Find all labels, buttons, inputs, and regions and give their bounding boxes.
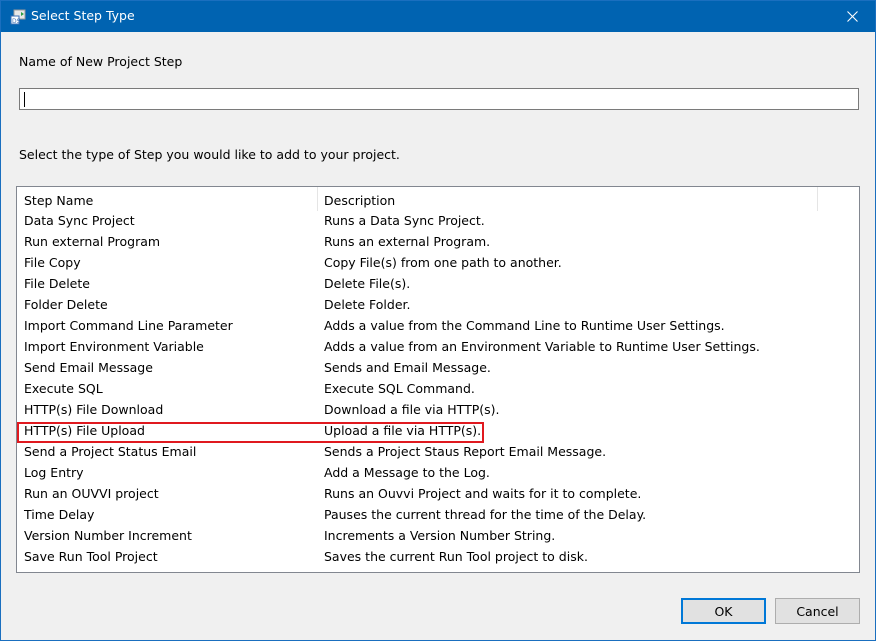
list-item[interactable]: Send Email Message Sends and Email Messag… bbox=[17, 357, 859, 378]
list-item[interactable]: Save Run Tool Project Saves the current R… bbox=[17, 546, 859, 567]
column-header-description[interactable]: Description bbox=[324, 193, 395, 208]
close-button[interactable] bbox=[829, 1, 875, 32]
list-item[interactable]: HTTP(s) File Download Download a file via… bbox=[17, 399, 859, 420]
step-name-cell: Log Entry bbox=[24, 465, 84, 480]
step-name-cell: Import Command Line Parameter bbox=[24, 318, 233, 333]
app-icon: DS bbox=[10, 9, 26, 25]
list-header: Step Name Description bbox=[17, 187, 859, 211]
list-item[interactable]: Import Command Line Parameter Adds a valu… bbox=[17, 315, 859, 336]
step-name-cell: Run external Program bbox=[24, 234, 161, 249]
description-cell: Upload a file via HTTP(s). bbox=[324, 423, 482, 438]
description-cell: Sends a Project Staus Report Email Messa… bbox=[324, 444, 607, 459]
step-name-cell: Folder Delete bbox=[24, 297, 108, 312]
description-cell: Increments a Version Number String. bbox=[324, 528, 556, 543]
step-name-cell: Run an OUVVI project bbox=[24, 486, 159, 501]
step-name-cell: Save Run Tool Project bbox=[24, 549, 158, 564]
step-type-list[interactable]: Step Name Description Data Sync Project R… bbox=[16, 186, 860, 573]
description-cell: Pauses the current thread for the time o… bbox=[324, 507, 647, 522]
step-name-cell: Time Delay bbox=[24, 507, 95, 522]
step-name-cell: Send Email Message bbox=[24, 360, 153, 375]
column-separator[interactable] bbox=[817, 187, 818, 211]
title-bar: DS Select Step Type bbox=[1, 1, 875, 32]
list-item[interactable]: File Copy Copy File(s) from one path to a… bbox=[17, 252, 859, 273]
list-item[interactable]: Data Sync Project Runs a Data Sync Projec… bbox=[17, 210, 859, 231]
dialog-window: DS Select Step Type Name of New Project … bbox=[0, 0, 876, 641]
description-cell: Runs an Ouvvi Project and waits for it t… bbox=[324, 486, 642, 501]
list-item[interactable]: Log Entry Add a Message to the Log. bbox=[17, 462, 859, 483]
list-item[interactable]: Version Number Increment Increments a Ver… bbox=[17, 525, 859, 546]
step-name-label: Name of New Project Step bbox=[19, 54, 183, 69]
column-separator[interactable] bbox=[317, 187, 318, 211]
list-item[interactable]: Folder Delete Delete Folder. bbox=[17, 294, 859, 315]
description-cell: Saves the current Run Tool project to di… bbox=[324, 549, 588, 564]
select-step-label: Select the type of Step you would like t… bbox=[19, 147, 400, 162]
ok-button[interactable]: OK bbox=[681, 598, 766, 624]
step-name-cell: Data Sync Project bbox=[24, 213, 135, 228]
column-header-step-name[interactable]: Step Name bbox=[24, 193, 93, 208]
list-item[interactable]: Send a Project Status Email Sends a Proje… bbox=[17, 441, 859, 462]
description-cell: Sends and Email Message. bbox=[324, 360, 491, 375]
step-name-cell: Send a Project Status Email bbox=[24, 444, 197, 459]
list-item[interactable]: Execute SQL Execute SQL Command. bbox=[17, 378, 859, 399]
text-caret bbox=[24, 92, 25, 107]
description-cell: Delete File(s). bbox=[324, 276, 411, 291]
description-cell: Adds a value from an Environment Variabl… bbox=[324, 339, 760, 354]
step-name-cell: Version Number Increment bbox=[24, 528, 192, 543]
description-cell: Runs an external Program. bbox=[324, 234, 491, 249]
list-item[interactable]: Run an OUVVI project Runs an Ouvvi Projec… bbox=[17, 483, 859, 504]
description-cell: Delete Folder. bbox=[324, 297, 411, 312]
window-title: Select Step Type bbox=[31, 8, 135, 23]
description-cell: Copy File(s) from one path to another. bbox=[324, 255, 562, 270]
description-cell: Download a file via HTTP(s). bbox=[324, 402, 500, 417]
description-cell: Adds a value from the Command Line to Ru… bbox=[324, 318, 725, 333]
list-item[interactable]: Time Delay Pauses the current thread for … bbox=[17, 504, 859, 525]
list-item[interactable]: File Delete Delete File(s). bbox=[17, 273, 859, 294]
list-item[interactable]: HTTP(s) File Upload Upload a file via HTT… bbox=[17, 420, 859, 441]
step-name-input[interactable] bbox=[19, 88, 859, 110]
description-cell: Runs a Data Sync Project. bbox=[324, 213, 485, 228]
step-name-cell: File Copy bbox=[24, 255, 81, 270]
step-name-cell: HTTP(s) File Upload bbox=[24, 423, 145, 438]
cancel-button[interactable]: Cancel bbox=[775, 598, 860, 624]
list-item[interactable]: Import Environment Variable Adds a value … bbox=[17, 336, 859, 357]
svg-text:DS: DS bbox=[12, 18, 21, 25]
step-name-cell: File Delete bbox=[24, 276, 90, 291]
step-name-cell: HTTP(s) File Download bbox=[24, 402, 164, 417]
description-cell: Add a Message to the Log. bbox=[324, 465, 490, 480]
close-icon bbox=[846, 11, 858, 22]
step-name-cell: Import Environment Variable bbox=[24, 339, 204, 354]
description-cell: Execute SQL Command. bbox=[324, 381, 475, 396]
list-item[interactable]: Run external Program Runs an external Pro… bbox=[17, 231, 859, 252]
step-name-cell: Execute SQL bbox=[24, 381, 103, 396]
